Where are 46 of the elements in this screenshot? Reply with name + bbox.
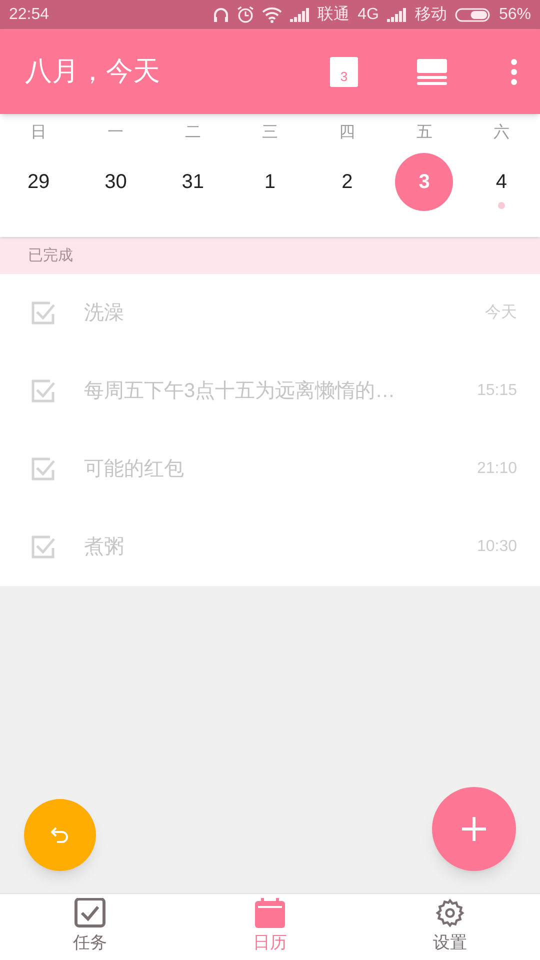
task-title: 洗澡 [84, 301, 125, 326]
date-cell[interactable]: 4 [472, 153, 530, 211]
status-time: 22:54 [9, 4, 50, 24]
view-list-icon[interactable] [416, 58, 448, 84]
weekday-label: 日 [30, 123, 48, 143]
date-cell[interactable]: 3 [395, 153, 454, 211]
checkbox-icon[interactable] [30, 534, 56, 560]
date-cell[interactable]: 1 [240, 153, 299, 211]
app-title: 八月，今天 [25, 55, 161, 88]
more-options-icon[interactable] [510, 58, 518, 84]
section-title: 已完成 [28, 246, 73, 266]
weekday-label: 五 [415, 123, 434, 143]
weekday-label: 三 [260, 123, 279, 143]
calendar-icon [254, 898, 286, 928]
weekday-label: 四 [338, 123, 356, 143]
nav-tab[interactable]: 任务 [0, 894, 180, 960]
checkbox-icon [74, 898, 106, 928]
battery-icon [454, 6, 491, 22]
weekday-label: 一 [106, 123, 125, 143]
nav-tab[interactable]: 日历 [180, 894, 360, 960]
checkbox-icon[interactable] [30, 300, 56, 326]
nav-tab[interactable]: 设置 [360, 894, 540, 960]
carrier-label: 联通 [318, 4, 350, 24]
plus-icon [461, 816, 487, 842]
date-cell[interactable]: 31 [164, 153, 222, 211]
task-title: 煮粥 [84, 535, 125, 560]
task-title: 可能的红包 [84, 457, 185, 482]
date-cell[interactable]: 2 [318, 153, 376, 211]
weekday-label: 六 [492, 122, 510, 143]
date-cell[interactable]: 30 [86, 153, 145, 211]
headphones-icon [212, 6, 229, 22]
signal-icon [386, 8, 407, 22]
wifi-icon [262, 6, 282, 22]
battery-percent: 56% [498, 4, 531, 24]
checkbox-icon[interactable] [30, 456, 56, 482]
carrier-label: 移动 [414, 4, 447, 24]
undo-icon [51, 826, 69, 844]
alarm-icon [236, 6, 254, 23]
signal-icon [290, 8, 310, 22]
settings-icon [434, 898, 466, 928]
network-type: 4G [358, 4, 379, 24]
weekday-label: 二 [184, 123, 202, 143]
checkbox-icon[interactable] [30, 378, 56, 404]
date-cell[interactable]: 29 [10, 153, 68, 211]
task-title: 每周五下午3点十五为远离懒惰的… [84, 379, 396, 404]
today-button[interactable]: 3 [330, 56, 358, 86]
